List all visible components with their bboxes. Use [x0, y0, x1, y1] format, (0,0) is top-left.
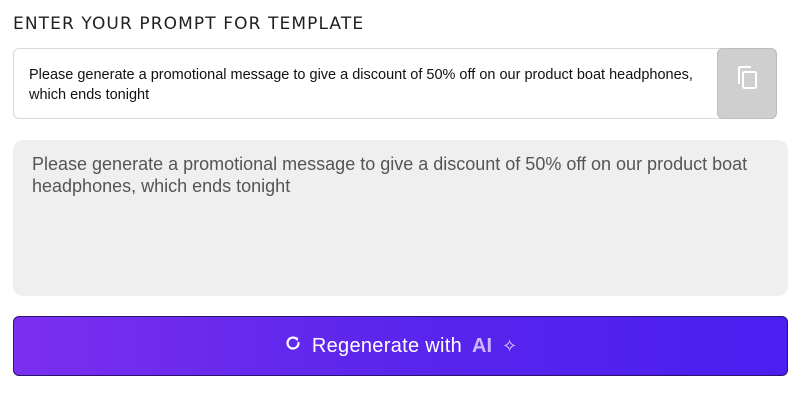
regenerate-label: Regenerate with: [311, 334, 463, 357]
copy-icon: [734, 63, 760, 98]
generated-output-text: Please generate a promotional message to…: [32, 154, 748, 196]
prompt-input[interactable]: Please generate a promotional message to…: [13, 48, 777, 119]
copy-button[interactable]: [717, 48, 777, 119]
prompt-heading: ENTER YOUR PROMPT FOR TEMPLATE: [13, 14, 365, 34]
prompt-input-text[interactable]: Please generate a promotional message to…: [29, 65, 724, 105]
ai-label: AI: [472, 334, 493, 357]
generated-output: Please generate a promotional message to…: [13, 140, 788, 296]
refresh-icon: [284, 334, 302, 358]
regenerate-button[interactable]: Regenerate with AI ✧: [13, 316, 788, 376]
sparkle-icon: ✧: [502, 335, 518, 356]
